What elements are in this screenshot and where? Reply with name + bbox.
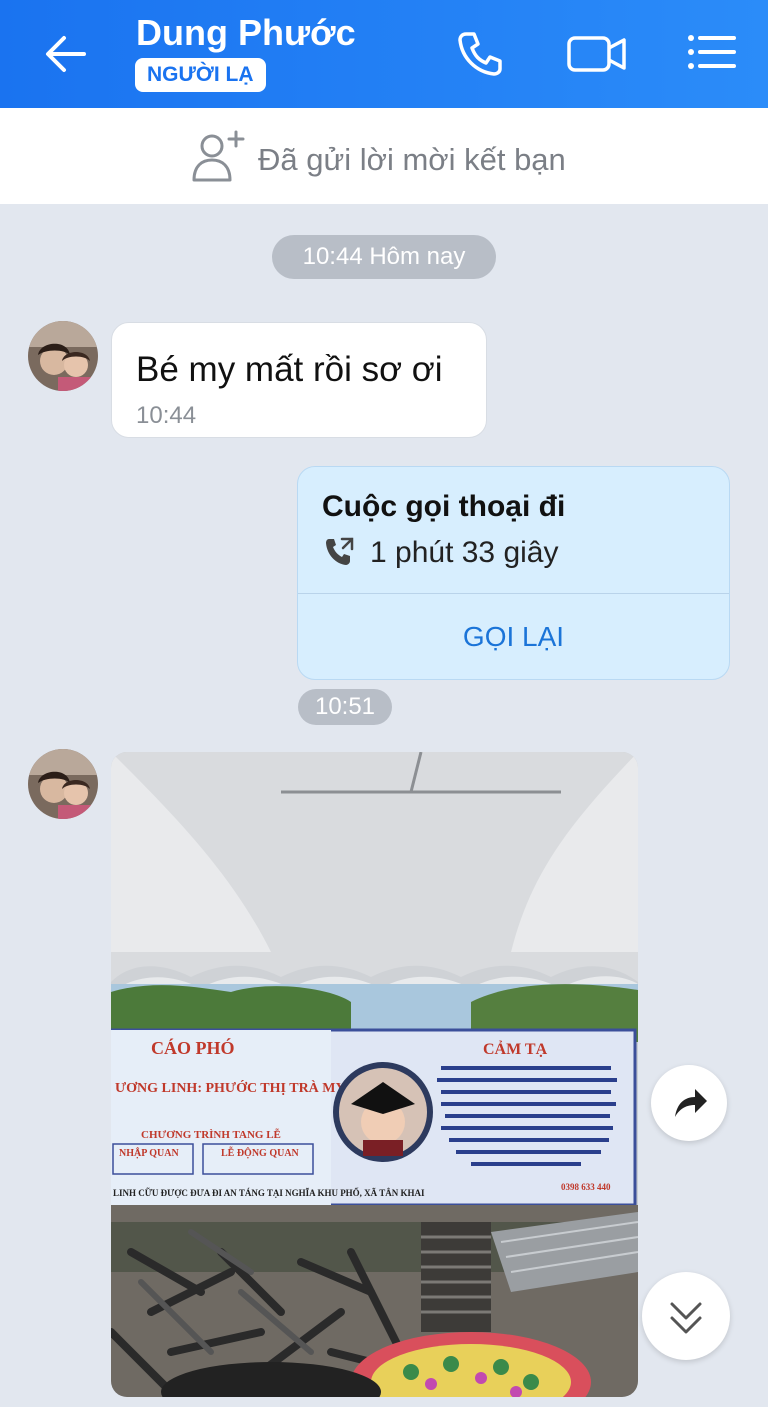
banner-box-1: NHẬP QUAN <box>119 1146 180 1159</box>
time-separator: 10:51 <box>298 689 392 725</box>
date-separator: 10:44 Hôm nay <box>272 235 496 279</box>
friend-request-status: Đã gửi lời mời kết bạn <box>258 142 566 177</box>
message-text: Bé my mất rồi sơ ơi <box>136 350 443 389</box>
share-forward-button[interactable] <box>651 1065 727 1141</box>
back-arrow-icon[interactable] <box>40 28 92 80</box>
call-card-divider <box>298 593 729 594</box>
banner-footer: LINH CỮU ĐƯỢC ĐƯA ĐI AN TÁNG TẠI NGHĨA K… <box>113 1188 425 1198</box>
add-friend-icon <box>190 128 248 184</box>
call-title: Cuộc gọi thoại đi <box>322 490 566 523</box>
banner-name: ƯƠNG LINH: PHƯỚC THỊ TRÀ MY <box>115 1079 346 1096</box>
banner-right-title: CẢM TẠ <box>483 1039 548 1058</box>
banner-box-2: LỄ ĐỘNG QUAN <box>221 1146 300 1159</box>
chat-header <box>0 0 768 108</box>
contact-name[interactable]: Dung Phước <box>136 12 356 54</box>
phone-call-icon[interactable] <box>452 26 508 82</box>
call-duration: 1 phút 33 giây <box>370 536 559 569</box>
banner-program: CHƯƠNG TRÌNH TANG LỄ <box>141 1128 281 1141</box>
banner-phone: 0398 633 440 <box>561 1182 611 1192</box>
call-back-button[interactable]: GỌI LẠI <box>298 596 729 678</box>
banner-left-title: CÁO PHÓ <box>151 1037 235 1058</box>
video-call-icon[interactable] <box>566 26 626 82</box>
message-time: 10:44 <box>136 402 197 429</box>
stranger-badge: NGƯỜI LẠ <box>135 58 266 92</box>
outgoing-call-icon <box>322 535 356 569</box>
avatar[interactable] <box>28 749 98 819</box>
scroll-down-button[interactable] <box>642 1272 730 1360</box>
avatar[interactable] <box>28 321 98 391</box>
menu-list-icon[interactable] <box>684 26 740 82</box>
photo-message[interactable]: CÁO PHÓ ƯƠNG LINH: PHƯỚC THỊ TRÀ MY CHƯƠ… <box>111 752 638 1397</box>
